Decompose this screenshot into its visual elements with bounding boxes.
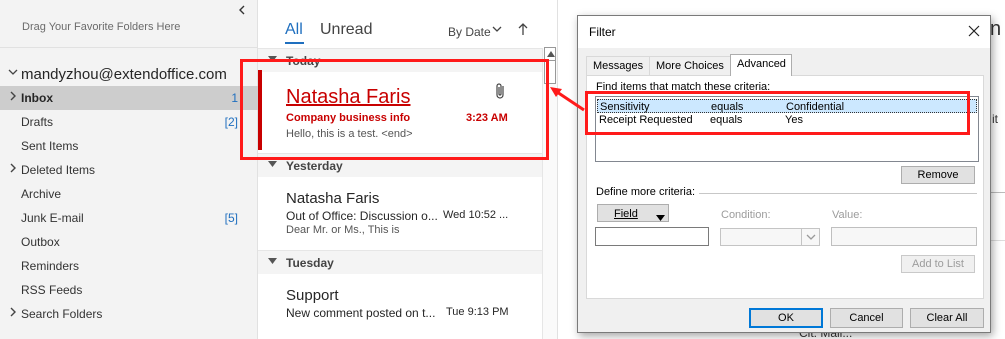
highlight-box bbox=[585, 91, 970, 135]
folder-label: Outbox bbox=[21, 235, 60, 249]
tab-messages[interactable]: Messages bbox=[586, 56, 650, 75]
tab-unread[interactable]: Unread bbox=[320, 21, 372, 39]
cancel-button[interactable]: Cancel bbox=[830, 308, 903, 328]
message-item[interactable]: Support New comment posted on t... Tue 9… bbox=[258, 275, 542, 335]
group-label: Yesterday bbox=[286, 159, 343, 173]
value-label: Value: bbox=[832, 209, 863, 221]
condition-select[interactable] bbox=[720, 228, 820, 246]
arrow-up-icon[interactable] bbox=[518, 22, 528, 40]
folder-label: Junk E-mail bbox=[21, 211, 84, 225]
field-dropdown-button[interactable]: Field bbox=[597, 204, 669, 222]
sort-by-dropdown[interactable]: By Date bbox=[448, 25, 491, 39]
filter-dialog: Filter Messages More Choices Advanced Fi… bbox=[577, 15, 991, 333]
clear-all-button[interactable]: Clear All bbox=[910, 308, 984, 328]
unread-count: 1 bbox=[231, 91, 238, 105]
folder-label: Inbox bbox=[21, 91, 53, 105]
folder-sent-items[interactable]: Sent Items bbox=[0, 134, 258, 158]
folder-pane: Drag Your Favorite Folders Here mandyzho… bbox=[0, 0, 258, 339]
folder-label: Archive bbox=[21, 187, 62, 201]
chevron-right-icon[interactable] bbox=[9, 163, 17, 176]
folder-deleted-items[interactable]: Deleted Items bbox=[0, 158, 258, 182]
item-count: [2] bbox=[224, 115, 238, 129]
message-sender: Support bbox=[286, 287, 339, 304]
ok-button[interactable]: OK bbox=[749, 308, 823, 328]
folder-rss-feeds[interactable]: RSS Feeds bbox=[0, 278, 258, 302]
close-icon[interactable] bbox=[966, 23, 982, 39]
chevron-right-icon[interactable] bbox=[9, 91, 17, 104]
account-name: mandyzhou@extendoffice.com bbox=[21, 66, 227, 83]
message-list: All Unread By Date Today Natasha Faris C… bbox=[258, 0, 558, 339]
folder-label: Drafts bbox=[21, 115, 54, 129]
divider bbox=[699, 193, 977, 194]
folder-junk-email[interactable]: Junk E-mail [5] bbox=[0, 206, 258, 230]
triangle-down-icon bbox=[656, 210, 665, 226]
highlight-box bbox=[240, 59, 549, 160]
chevron-left-icon[interactable] bbox=[237, 5, 249, 17]
message-sender: Natasha Faris bbox=[286, 190, 380, 207]
arrow-annotation-icon bbox=[550, 87, 585, 112]
dialog-title: Filter bbox=[589, 25, 616, 39]
folder-label: Deleted Items bbox=[21, 163, 96, 177]
message-item[interactable]: Natasha Faris Out of Office: Discussion … bbox=[258, 178, 542, 248]
tab-all[interactable]: All bbox=[285, 21, 303, 39]
folder-label: Search Folders bbox=[21, 307, 103, 321]
add-to-list-button[interactable]: Add to List bbox=[901, 255, 975, 273]
folder-outbox[interactable]: Outbox bbox=[0, 230, 258, 254]
reading-pane-title-fragment: n bbox=[990, 18, 1002, 40]
triangle-down-icon[interactable] bbox=[268, 159, 277, 169]
dialog-titlebar[interactable]: Filter bbox=[578, 16, 990, 48]
chevron-down-icon[interactable] bbox=[8, 67, 18, 80]
folder-archive[interactable]: Archive bbox=[0, 182, 258, 206]
folder-label: Reminders bbox=[21, 259, 80, 273]
folder-label: Sent Items bbox=[21, 139, 79, 153]
chevron-down-icon bbox=[801, 229, 819, 245]
message-subject: New comment posted on t... bbox=[286, 306, 436, 320]
chevron-down-icon[interactable] bbox=[492, 25, 502, 36]
folder-reminders[interactable]: Reminders bbox=[0, 254, 258, 278]
message-time: Tue 9:13 PM bbox=[446, 306, 509, 318]
group-header-tuesday[interactable]: Tuesday bbox=[258, 250, 542, 274]
message-preview: Dear Mr. or Ms., This is bbox=[286, 224, 400, 236]
define-criteria-label: Define more criteria: bbox=[596, 186, 696, 198]
condition-label: Condition: bbox=[721, 209, 771, 221]
triangle-down-icon[interactable] bbox=[268, 256, 277, 266]
message-subject: Out of Office: Discussion o... bbox=[286, 209, 438, 223]
divider bbox=[0, 47, 258, 48]
message-time: Wed 10:52 ... bbox=[443, 209, 509, 221]
value-input[interactable] bbox=[831, 227, 977, 246]
folder-label: RSS Feeds bbox=[21, 283, 83, 297]
folder-inbox[interactable]: Inbox 1 bbox=[0, 86, 258, 110]
group-label: Tuesday bbox=[286, 256, 334, 270]
chevron-right-icon[interactable] bbox=[9, 307, 17, 320]
item-count: [5] bbox=[224, 211, 238, 225]
active-tab-indicator bbox=[285, 42, 304, 44]
tab-advanced[interactable]: Advanced bbox=[730, 54, 792, 76]
folder-search-folders[interactable]: Search Folders bbox=[0, 302, 258, 326]
remove-button[interactable]: Remove bbox=[901, 166, 975, 184]
field-input[interactable] bbox=[595, 227, 709, 246]
field-button-label: Field bbox=[614, 208, 638, 220]
folder-drafts[interactable]: Drafts [2] bbox=[0, 110, 258, 134]
tab-more-choices[interactable]: More Choices bbox=[649, 56, 731, 75]
account-header[interactable]: mandyzhou@extendoffice.com bbox=[0, 64, 258, 84]
favorites-hint: Drag Your Favorite Folders Here bbox=[22, 21, 181, 33]
reading-pane-text-fragment: it bbox=[992, 112, 998, 126]
